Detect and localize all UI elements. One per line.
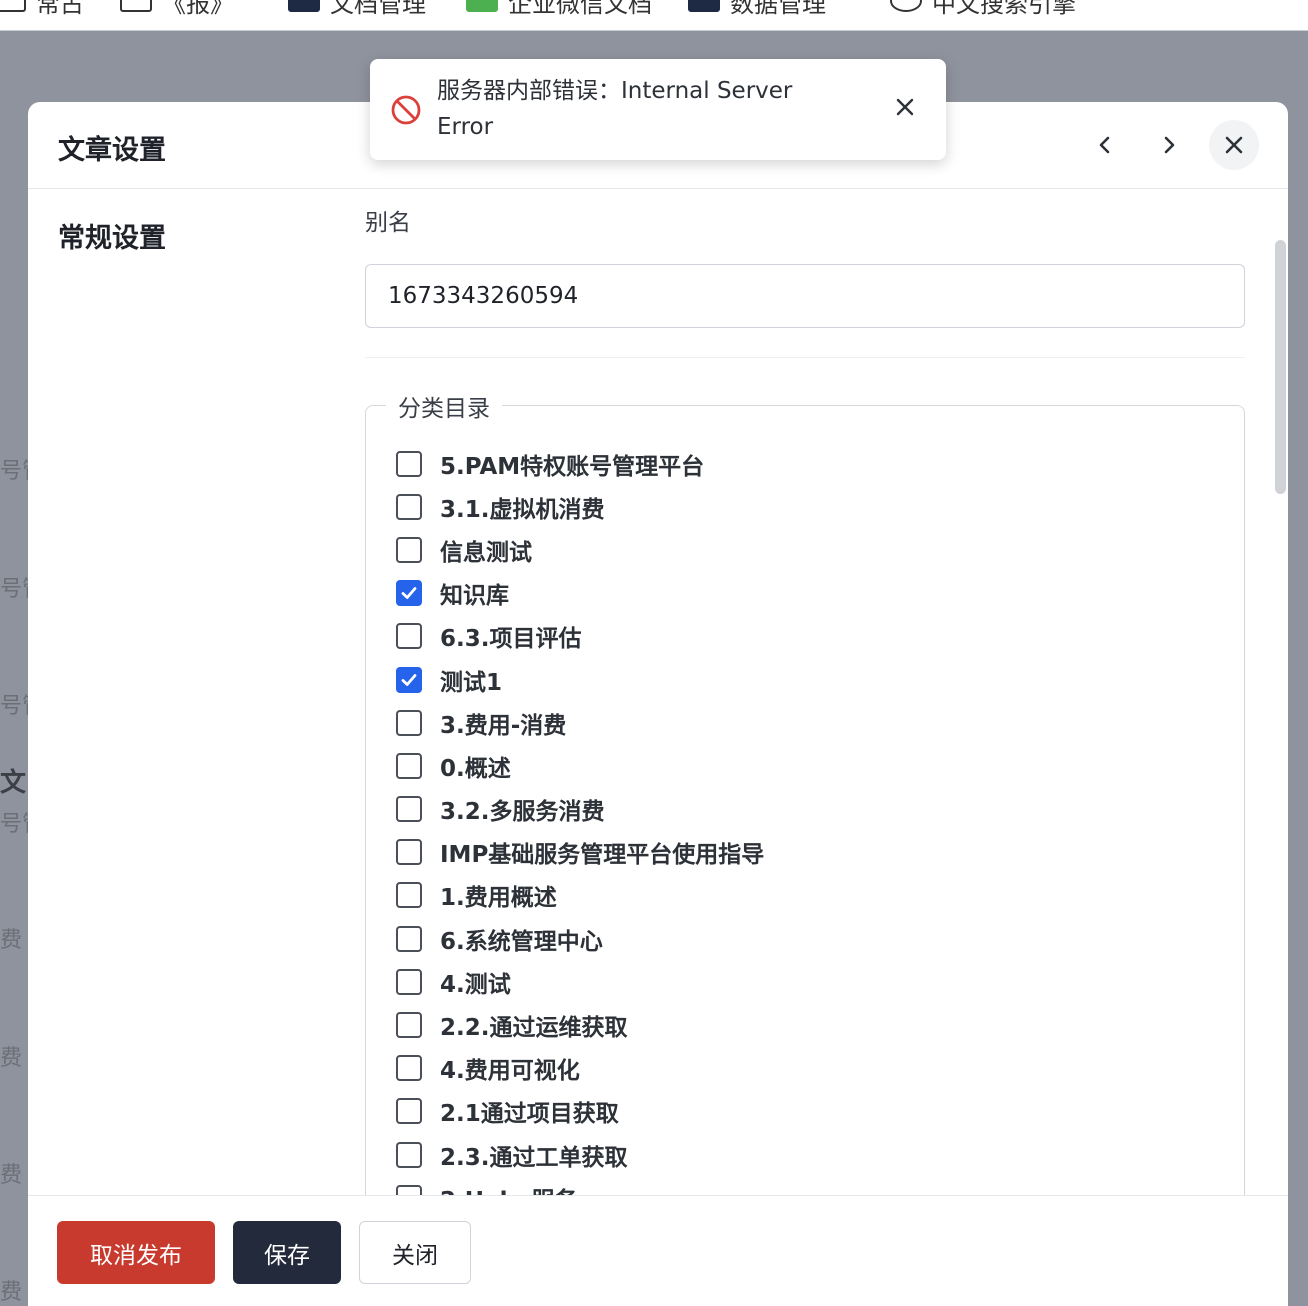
category-label: IMP基础服务管理平台使用指导 — [440, 842, 765, 869]
category-label: 3.1.虚拟机消费 — [440, 496, 605, 523]
category-fieldset: 分类目录 5.PAM特权账号管理平台 3.1.虚拟机消费 信息测试知识库 6.3.项目… — [365, 389, 1245, 1195]
category-checkbox[interactable] — [396, 536, 422, 563]
dialog-close-button[interactable] — [1209, 120, 1259, 170]
category-checkbox[interactable] — [396, 839, 422, 866]
category-item[interactable]: 知识库 — [396, 572, 764, 615]
bookmark-bar: 常占 《报》 文档管理 企业微信文档 数据管理 中文搜索引擎 — [0, 0, 1308, 31]
category-item[interactable]: 2.1通过项目获取 — [396, 1090, 764, 1133]
prohibited-icon — [391, 95, 421, 125]
category-label: 2.1通过项目获取 — [440, 1101, 619, 1128]
category-item[interactable]: 0.概述 — [396, 744, 764, 787]
category-item[interactable]: 2.Helm服务 — [396, 1176, 764, 1195]
background-text: 费 — [0, 1163, 23, 1188]
dialog-title: 文章设置 — [58, 135, 166, 166]
category-label: 3.2.多服务消费 — [440, 799, 605, 826]
section-title: 常规设置 — [58, 223, 166, 254]
article-settings-dialog: 文章设置 常规设置 别名 分类目录 5.PAM特权账号管理平台 3.1.虚拟机消费… — [28, 102, 1288, 1306]
category-item[interactable]: 2.3.通过工单获取 — [396, 1133, 764, 1176]
close-icon — [1225, 136, 1243, 154]
category-checkbox[interactable] — [396, 709, 422, 736]
category-checkbox[interactable] — [396, 796, 422, 823]
category-checkbox[interactable] — [396, 882, 422, 909]
category-label: 0.概述 — [440, 755, 511, 782]
close-button[interactable]: 关闭 — [359, 1221, 471, 1284]
category-checkbox[interactable] — [396, 1184, 422, 1195]
category-label: 4.测试 — [440, 971, 511, 998]
category-item[interactable]: 3.2.多服务消费 — [396, 788, 764, 831]
category-item[interactable]: IMP基础服务管理平台使用指导 — [396, 831, 764, 874]
category-label: 2.2.通过运维获取 — [440, 1015, 628, 1042]
category-checkbox[interactable] — [396, 580, 422, 607]
category-label: 知识库 — [440, 583, 509, 610]
category-checkbox[interactable] — [396, 1141, 422, 1168]
background-text: 费 — [0, 928, 23, 953]
app-icon — [288, 0, 320, 12]
category-label: 5.PAM特权账号管理平台 — [440, 453, 705, 480]
category-item[interactable]: 信息测试 — [396, 528, 764, 571]
category-label: 6.系统管理中心 — [440, 928, 603, 955]
category-item[interactable]: 6.系统管理中心 — [396, 917, 764, 960]
category-label: 信息测试 — [440, 539, 532, 566]
settings-form: 别名 分类目录 5.PAM特权账号管理平台 3.1.虚拟机消费信息测试知识库 6.3… — [365, 189, 1245, 1195]
dialog-footer: 取消发布 保存 关闭 — [28, 1195, 1288, 1306]
category-label: 3.费用-消费 — [440, 712, 567, 739]
toast-message: 服务器内部错误：Internal Server Error — [437, 78, 793, 140]
gear-icon — [890, 0, 922, 12]
alias-label: 别名 — [365, 210, 411, 236]
previous-button[interactable] — [1080, 120, 1130, 170]
background-text: 费 — [0, 1046, 23, 1071]
bookmark-icon — [0, 0, 26, 12]
bookmark-item[interactable]: 数据管理 — [688, 0, 826, 18]
bookmark-item[interactable]: 文档管理 — [288, 0, 426, 18]
unpublish-button[interactable]: 取消发布 — [57, 1221, 215, 1284]
background-text: 费 — [0, 1280, 23, 1305]
category-checkbox[interactable] — [396, 493, 422, 520]
category-checkbox[interactable] — [396, 666, 422, 693]
error-toast: 服务器内部错误：Internal Server Error — [370, 59, 946, 160]
doc-icon — [466, 0, 498, 12]
category-label: 1.费用概述 — [440, 885, 557, 912]
alias-input[interactable] — [365, 264, 1245, 328]
bookmark-item[interactable]: 《报》 — [120, 0, 234, 18]
category-checkbox[interactable] — [396, 1098, 422, 1125]
save-button[interactable]: 保存 — [233, 1221, 341, 1284]
category-item[interactable]: 3.费用-消费 — [396, 701, 764, 744]
category-legend: 分类目录 — [386, 389, 502, 423]
checkmark-icon — [401, 587, 417, 600]
bookmark-icon — [120, 0, 152, 12]
category-checkbox[interactable] — [396, 450, 422, 477]
category-checkbox[interactable] — [396, 925, 422, 952]
next-button[interactable] — [1144, 120, 1194, 170]
category-item[interactable]: 4.费用可视化 — [396, 1047, 764, 1090]
scrollbar-thumb[interactable] — [1275, 240, 1286, 494]
toast-close-icon[interactable] — [894, 96, 916, 118]
category-item[interactable]: 5.PAM特权账号管理平台 — [396, 442, 764, 485]
checkmark-icon — [401, 673, 417, 686]
background-text: 文 — [0, 768, 27, 798]
divider — [365, 357, 1245, 358]
category-label: 2.Helm服务 — [440, 1181, 577, 1195]
bookmark-item[interactable]: 企业微信文档 — [466, 0, 652, 18]
category-label: 4.费用可视化 — [440, 1058, 580, 1085]
bookmark-item[interactable]: 中文搜索引擎 — [890, 0, 1076, 18]
category-item[interactable]: 1.费用概述 — [396, 874, 764, 917]
category-checkbox[interactable] — [396, 1012, 422, 1039]
category-label: 6.3.项目评估 — [440, 626, 582, 653]
category-checkbox[interactable] — [396, 752, 422, 779]
category-list: 5.PAM特权账号管理平台 3.1.虚拟机消费 信息测试知识库 6.3.项目评估 测试1… — [396, 442, 764, 1195]
app-icon — [688, 0, 720, 12]
category-item[interactable]: 测试1 — [396, 658, 764, 701]
category-label: 2.3.通过工单获取 — [440, 1144, 628, 1171]
category-checkbox[interactable] — [396, 1055, 422, 1082]
category-label: 测试1 — [440, 669, 503, 696]
category-checkbox[interactable] — [396, 623, 422, 650]
category-item[interactable]: 4.测试 — [396, 960, 764, 1003]
category-checkbox[interactable] — [396, 968, 422, 995]
bookmark-item[interactable]: 常占 — [0, 0, 84, 18]
chevron-left-icon — [1099, 136, 1110, 154]
category-item[interactable]: 6.3.项目评估 — [396, 615, 764, 658]
category-item[interactable]: 3.1.虚拟机消费 — [396, 485, 764, 528]
chevron-right-icon — [1164, 136, 1175, 154]
category-item[interactable]: 2.2.通过运维获取 — [396, 1003, 764, 1046]
